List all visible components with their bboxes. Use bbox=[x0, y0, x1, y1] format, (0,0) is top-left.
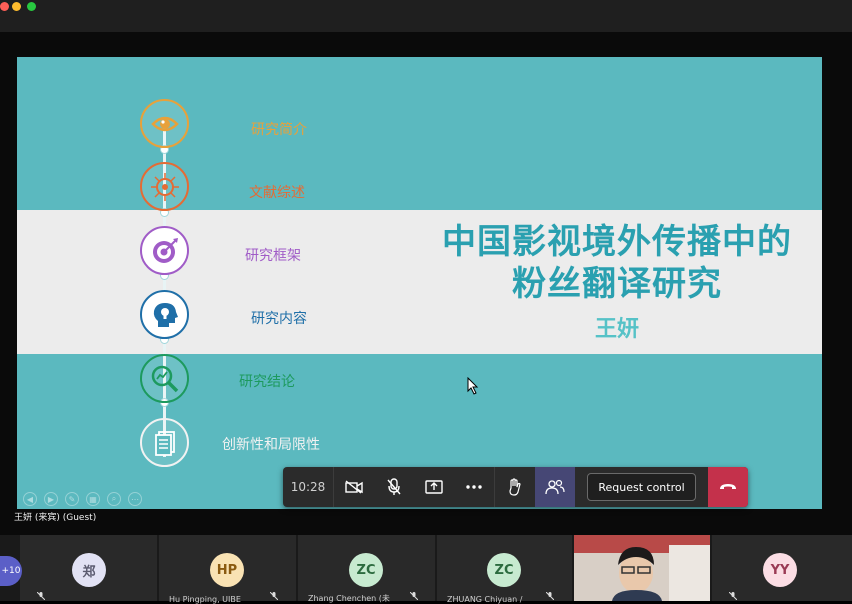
eye-icon bbox=[140, 99, 189, 148]
agenda-item-4: 研究内容 bbox=[251, 311, 307, 327]
window-titlebar bbox=[0, 0, 852, 32]
document-icon bbox=[140, 418, 189, 467]
magnifier-chart-icon bbox=[140, 354, 189, 403]
raise-hand-icon bbox=[509, 478, 521, 496]
slides-grid-icon[interactable]: ▦ bbox=[86, 492, 100, 506]
close-window-button[interactable] bbox=[0, 2, 9, 11]
agenda-item-3: 研究框架 bbox=[245, 248, 301, 264]
more-actions-button[interactable] bbox=[454, 467, 494, 507]
hang-up-button[interactable] bbox=[708, 467, 748, 507]
participant-tile[interactable]: HP Hu Pingping, UIBE bbox=[159, 535, 296, 604]
maximize-window-button[interactable] bbox=[27, 2, 36, 11]
mic-off-icon bbox=[546, 592, 554, 600]
agenda-item-5: 研究结论 bbox=[239, 374, 295, 390]
mic-off-button[interactable] bbox=[374, 467, 414, 507]
zoom-icon[interactable]: ⌕ bbox=[107, 492, 121, 506]
agenda-item-6: 创新性和局限性 bbox=[222, 437, 320, 453]
pen-icon[interactable]: ✎ bbox=[65, 492, 79, 506]
next-slide-icon[interactable]: ▶ bbox=[44, 492, 58, 506]
avatar: 郑 bbox=[72, 553, 106, 587]
camera-off-icon bbox=[345, 480, 363, 494]
agenda-item-2: 文献综述 bbox=[249, 185, 305, 201]
network-brain-icon bbox=[140, 162, 189, 211]
slideshow-controls: ◀ ▶ ✎ ▦ ⌕ ⋯ bbox=[23, 492, 142, 506]
camera-off-button[interactable] bbox=[334, 467, 374, 507]
raise-hand-button[interactable] bbox=[495, 467, 535, 507]
more-options-icon[interactable]: ⋯ bbox=[128, 492, 142, 506]
meeting-duration: 10:28 bbox=[290, 480, 326, 494]
participant-tile[interactable]: ZC ZHUANG Chiyuan / bbox=[437, 535, 572, 604]
avatar: ZC bbox=[349, 553, 383, 587]
slide-author: 王妍 bbox=[594, 317, 639, 342]
participant-name: Zhang Chenchen (未 bbox=[308, 594, 390, 603]
slide-title-line-1: 中国影视境外传播中的 bbox=[442, 222, 792, 262]
share-screen-icon bbox=[425, 480, 443, 494]
mic-off-icon bbox=[410, 592, 418, 600]
minimize-window-button[interactable] bbox=[12, 2, 21, 11]
participant-tile[interactable]: ZC Zhang Chenchen (未 bbox=[298, 535, 435, 603]
ellipsis-icon bbox=[466, 485, 482, 489]
previous-slide-icon[interactable]: ◀ bbox=[23, 492, 37, 506]
participant-name: Hu Pingping, UIBE bbox=[169, 595, 241, 604]
shared-slide: 研究简介 文献综述 研究框架 研究内容 研究结论 创新性和局限性 中国影视境外传… bbox=[17, 57, 822, 509]
request-control-button[interactable]: Request control bbox=[587, 473, 696, 501]
meeting-toolbar: 10:28 Request control bbox=[283, 467, 748, 507]
mic-off-icon bbox=[729, 592, 737, 600]
target-icon bbox=[140, 226, 189, 275]
share-screen-button[interactable] bbox=[414, 467, 454, 507]
participant-name: ZHUANG Chiyuan / bbox=[447, 595, 523, 604]
participant-tile[interactable]: YY bbox=[712, 535, 852, 601]
mic-off-icon bbox=[37, 592, 45, 600]
people-icon bbox=[545, 479, 565, 495]
participants-button[interactable] bbox=[535, 467, 575, 507]
agenda-item-1: 研究简介 bbox=[251, 122, 307, 138]
participant-tile[interactable]: 郑 bbox=[20, 535, 157, 601]
presenter-name-label: 王妍 (来宾) (Guest) bbox=[14, 513, 97, 523]
mic-off-icon bbox=[270, 592, 278, 600]
hang-up-icon bbox=[720, 484, 736, 489]
avatar: ZC bbox=[487, 553, 521, 587]
avatar: YY bbox=[763, 553, 797, 587]
slide-title-line-2: 粉丝翻译研究 bbox=[512, 264, 722, 304]
mouse-cursor-icon bbox=[467, 377, 479, 395]
head-lightbulb-icon bbox=[140, 290, 189, 339]
mic-off-icon bbox=[387, 478, 401, 495]
avatar: HP bbox=[210, 553, 244, 587]
participant-video bbox=[574, 535, 710, 601]
slide-title: 中国影视境外传播中的 粉丝翻译研究 bbox=[422, 221, 812, 305]
participant-video-tile[interactable] bbox=[574, 535, 710, 601]
